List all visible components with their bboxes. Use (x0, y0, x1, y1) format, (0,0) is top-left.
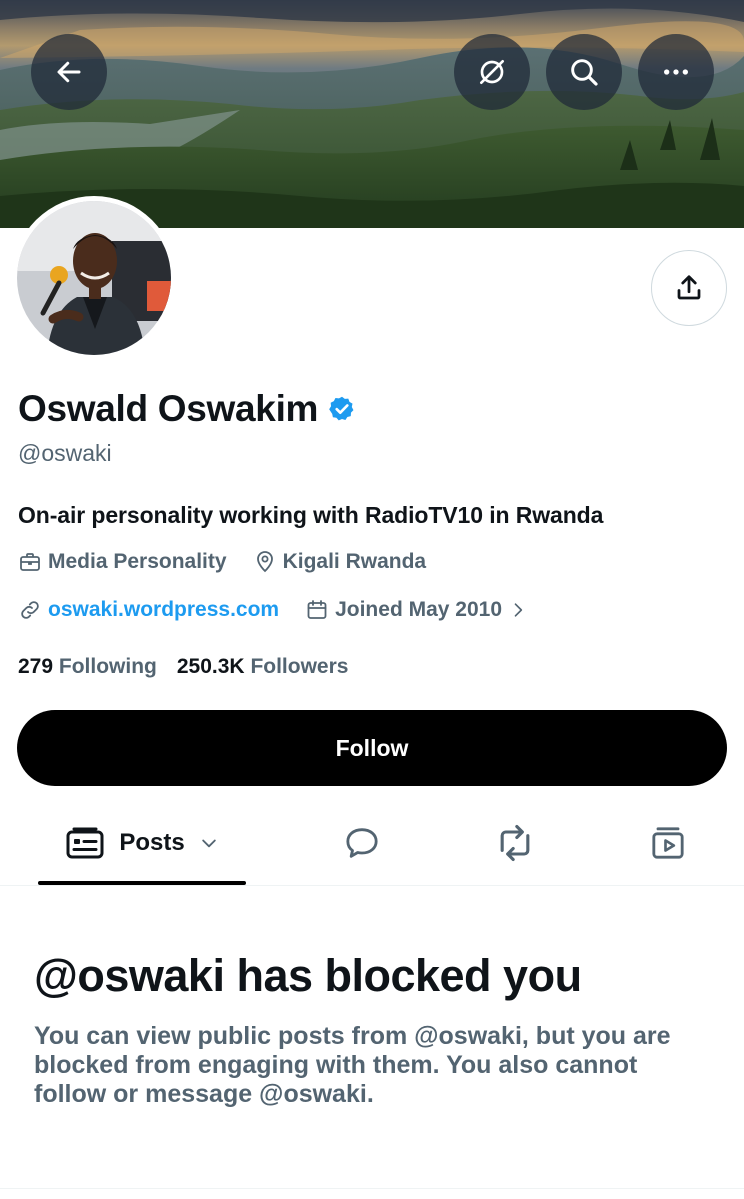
more-button[interactable] (638, 34, 714, 110)
chevron-down-icon (201, 839, 216, 848)
tab-replies[interactable] (322, 800, 402, 886)
follow-stats: 279 Following 250.3K Followers (18, 655, 368, 679)
share-button[interactable] (651, 250, 727, 326)
handle: @oswaki (18, 440, 112, 466)
joined-item[interactable]: Joined May 2010 (305, 598, 534, 622)
display-name: Oswald Oswakim (18, 388, 319, 429)
bio: On-air personality working with RadioTV1… (18, 502, 604, 528)
tab-reposts[interactable] (475, 800, 555, 886)
blocked-message: You can view public posts from @oswaki, … (34, 1022, 671, 1108)
profile-meta-row-1: Media Personality Kigali Rwanda (18, 550, 452, 574)
following-stat[interactable]: 279 Following (18, 655, 157, 679)
name-row: Oswald Oswakim (18, 388, 356, 430)
following-label: Following (58, 655, 157, 678)
translate-button[interactable] (454, 34, 530, 110)
followers-label: Followers (250, 655, 349, 678)
back-button[interactable] (31, 34, 107, 110)
media-icon (652, 827, 684, 859)
search-icon (571, 59, 598, 86)
tab-posts[interactable]: Posts (38, 800, 246, 886)
category-label: Media Personality (48, 550, 227, 573)
profile-banner (0, 0, 744, 228)
posts-icon (66, 827, 104, 859)
back-arrow-icon (57, 61, 81, 83)
briefcase-icon (20, 553, 40, 571)
link-icon (21, 601, 39, 619)
tab-posts-label: Posts (119, 829, 185, 856)
followers-stat[interactable]: 250.3K Followers (177, 655, 349, 679)
search-button[interactable] (546, 34, 622, 110)
website-item[interactable]: oswaki.wordpress.com (18, 598, 279, 622)
divider (0, 1188, 744, 1189)
following-count: 279 (18, 655, 54, 678)
translate-icon (480, 60, 504, 84)
reposts-icon (500, 824, 530, 862)
blocked-title: @oswaki has blocked you (34, 950, 582, 1001)
joined-label: Joined May 2010 (335, 598, 503, 621)
website-link[interactable]: oswaki.wordpress.com (48, 598, 279, 622)
verified-badge-icon[interactable] (328, 395, 356, 423)
location-label: Kigali Rwanda (282, 550, 427, 573)
chevron-right-icon (514, 603, 523, 617)
tab-selected-indicator (38, 881, 246, 885)
more-icon (664, 69, 688, 75)
followers-count: 250.3K (176, 655, 245, 678)
location-item: Kigali Rwanda (253, 550, 427, 574)
category-item: Media Personality (18, 550, 227, 574)
replies-icon (346, 828, 378, 858)
location-pin-icon (256, 551, 273, 573)
profile-meta-row-2: oswaki.wordpress.com Joined May 2010 (18, 598, 560, 622)
share-icon (677, 275, 701, 300)
tab-media[interactable] (628, 800, 708, 886)
calendar-icon (307, 600, 327, 619)
follow-button[interactable]: Follow (17, 710, 727, 786)
profile-tabs: Posts (0, 800, 744, 886)
avatar[interactable] (12, 196, 176, 360)
